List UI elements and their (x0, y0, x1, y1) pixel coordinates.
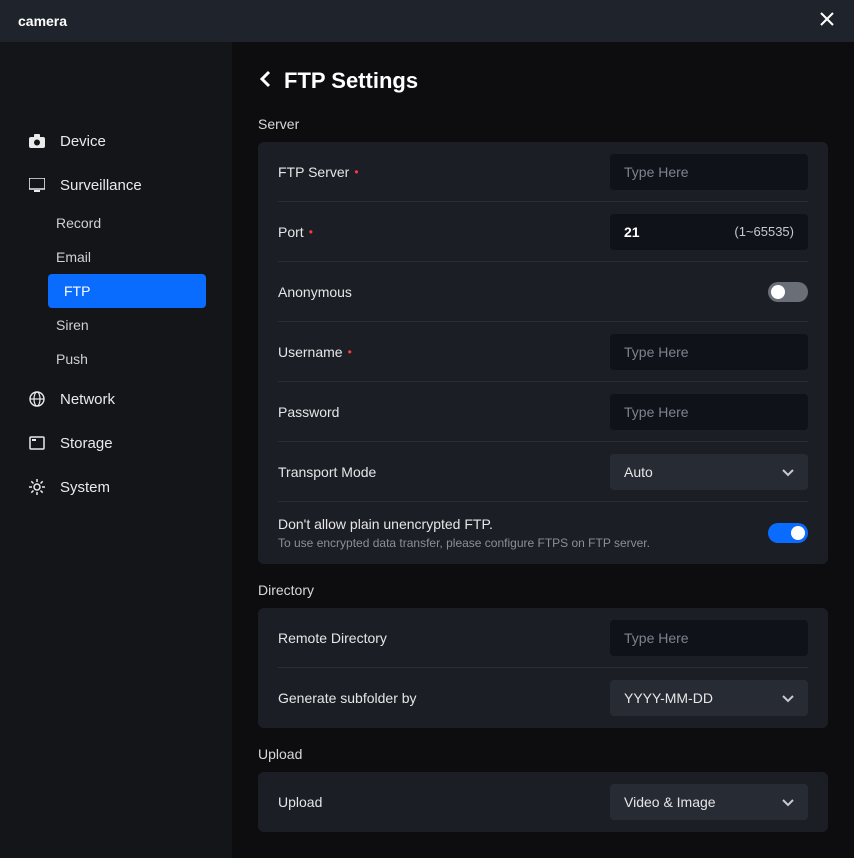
row-noplain: Don't allow plain unencrypted FTP. To us… (278, 502, 808, 564)
port-label: Port (278, 224, 304, 240)
sidebar-item-record[interactable]: Record (0, 206, 228, 240)
sidebar-item-storage[interactable]: Storage (0, 422, 232, 464)
back-icon[interactable] (258, 70, 274, 93)
port-hint: (1~65535) (734, 224, 794, 239)
row-anonymous: Anonymous (278, 262, 808, 322)
ftp-server-input[interactable] (610, 154, 808, 190)
sidebar-item-device[interactable]: Device (0, 120, 232, 162)
noplain-desc: To use encrypted data transfer, please c… (278, 536, 650, 550)
subfolder-label: Generate subfolder by (278, 690, 417, 706)
port-field: (1~65535) (610, 214, 808, 250)
subfolder-value: YYYY-MM-DD (624, 690, 713, 706)
anonymous-label: Anonymous (278, 284, 352, 300)
noplain-label: Don't allow plain unencrypted FTP. (278, 516, 650, 532)
storage-icon (28, 434, 46, 452)
sidebar-label-storage: Storage (60, 435, 113, 452)
section-upload-label: Upload (258, 746, 828, 762)
required-dot-icon: • (354, 166, 358, 178)
sidebar-item-network[interactable]: Network (0, 378, 232, 420)
chevron-down-icon (782, 690, 794, 706)
camera-icon (28, 132, 46, 150)
sidebar: Device Surveillance Record Email FTP Sir… (0, 42, 232, 858)
row-remote-dir: Remote Directory (278, 608, 808, 668)
row-port: Port • (1~65535) (278, 202, 808, 262)
port-input[interactable] (624, 224, 684, 240)
row-ftp-server: FTP Server • (278, 142, 808, 202)
page-title: FTP Settings (284, 68, 418, 94)
required-dot-icon: • (348, 346, 352, 358)
sidebar-item-siren[interactable]: Siren (0, 308, 228, 342)
upload-label: Upload (278, 794, 322, 810)
upload-select[interactable]: Video & Image (610, 784, 808, 820)
transport-value: Auto (624, 464, 653, 480)
page-header: FTP Settings (258, 68, 828, 94)
username-label: Username (278, 344, 343, 360)
ftp-server-label: FTP Server (278, 164, 349, 180)
sidebar-label-network: Network (60, 391, 115, 408)
sidebar-label-system: System (60, 479, 110, 496)
sidebar-item-system[interactable]: System (0, 466, 232, 508)
subfolder-select[interactable]: YYYY-MM-DD (610, 680, 808, 716)
close-icon[interactable] (818, 10, 836, 33)
chevron-down-icon (782, 464, 794, 480)
password-input[interactable] (610, 394, 808, 430)
upload-value: Video & Image (624, 794, 716, 810)
remote-dir-label: Remote Directory (278, 630, 387, 646)
main-panel: FTP Settings Server FTP Server • Port • (232, 42, 854, 858)
sidebar-item-push[interactable]: Push (0, 342, 228, 376)
sidebar-label-surveillance: Surveillance (60, 177, 142, 194)
sidebar-label-device: Device (60, 133, 106, 150)
section-server-label: Server (258, 116, 828, 132)
chevron-down-icon (782, 794, 794, 810)
titlebar: camera (0, 0, 854, 42)
anonymous-toggle[interactable] (768, 282, 808, 302)
panel-directory: Remote Directory Generate subfolder by Y… (258, 608, 828, 728)
sidebar-item-surveillance[interactable]: Surveillance (0, 164, 232, 206)
row-transport: Transport Mode Auto (278, 442, 808, 502)
noplain-toggle[interactable] (768, 523, 808, 543)
row-username: Username • (278, 322, 808, 382)
panel-server: FTP Server • Port • (1~65535) (258, 142, 828, 564)
row-subfolder: Generate subfolder by YYYY-MM-DD (278, 668, 808, 728)
password-label: Password (278, 404, 339, 420)
required-dot-icon: • (309, 226, 313, 238)
section-directory-label: Directory (258, 582, 828, 598)
sidebar-item-email[interactable]: Email (0, 240, 228, 274)
main-scroll[interactable]: FTP Settings Server FTP Server • Port • (232, 42, 854, 858)
monitor-icon (28, 176, 46, 194)
remote-dir-input[interactable] (610, 620, 808, 656)
panel-upload: Upload Video & Image (258, 772, 828, 832)
globe-icon (28, 390, 46, 408)
row-password: Password (278, 382, 808, 442)
transport-select[interactable]: Auto (610, 454, 808, 490)
transport-label: Transport Mode (278, 464, 376, 480)
username-input[interactable] (610, 334, 808, 370)
window-title: camera (18, 13, 67, 29)
sidebar-item-ftp[interactable]: FTP (48, 274, 206, 308)
gear-icon (28, 478, 46, 496)
row-upload: Upload Video & Image (278, 772, 808, 832)
